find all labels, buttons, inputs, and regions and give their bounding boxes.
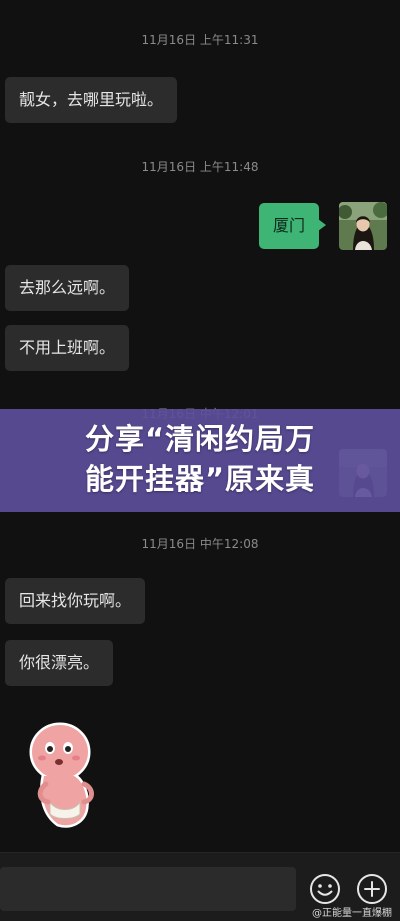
more-button[interactable] — [356, 873, 388, 905]
banner-line-2: 能开挂器”原来真 — [84, 462, 316, 496]
incoming-message-bubble[interactable]: 不用上班啊。 — [5, 325, 130, 371]
timestamp: 11月16日 中午12:08 — [141, 537, 259, 551]
incoming-message-bubble[interactable]: 回来找你玩啊。 — [5, 578, 146, 624]
plus-circle-icon — [357, 874, 387, 904]
user-avatar[interactable] — [339, 202, 387, 250]
watermark-text: @正能量一直爆棚 — [312, 908, 392, 919]
incoming-message-bubble[interactable]: 去那么远啊。 — [5, 265, 130, 311]
avatar-photo-icon — [339, 202, 387, 250]
smiley-icon — [310, 874, 340, 904]
baby-sticker[interactable] — [22, 718, 104, 832]
banner-line-1: 分享“清闲约局万 — [84, 422, 316, 456]
timestamp: 11月16日 上午11:31 — [141, 33, 259, 47]
message-input[interactable] — [0, 867, 296, 911]
baby-sticker-icon — [29, 722, 94, 828]
chat-screen: 11月16日 上午11:31 靓女，去哪里玩啦。 11月16日 上午11:48 … — [0, 0, 400, 921]
promo-overlay-banner: 分享“清闲约局万 能开挂器”原来真 — [0, 409, 400, 512]
timestamp: 11月16日 上午11:48 — [141, 160, 259, 174]
incoming-message-bubble[interactable]: 你很漂亮。 — [5, 640, 114, 686]
emoji-button[interactable] — [309, 873, 341, 905]
outgoing-message-bubble[interactable]: 厦门 — [259, 203, 327, 249]
chat-input-bar: @正能量一直爆棚 — [0, 852, 400, 921]
incoming-message-bubble[interactable]: 靓女，去哪里玩啦。 — [5, 77, 178, 123]
